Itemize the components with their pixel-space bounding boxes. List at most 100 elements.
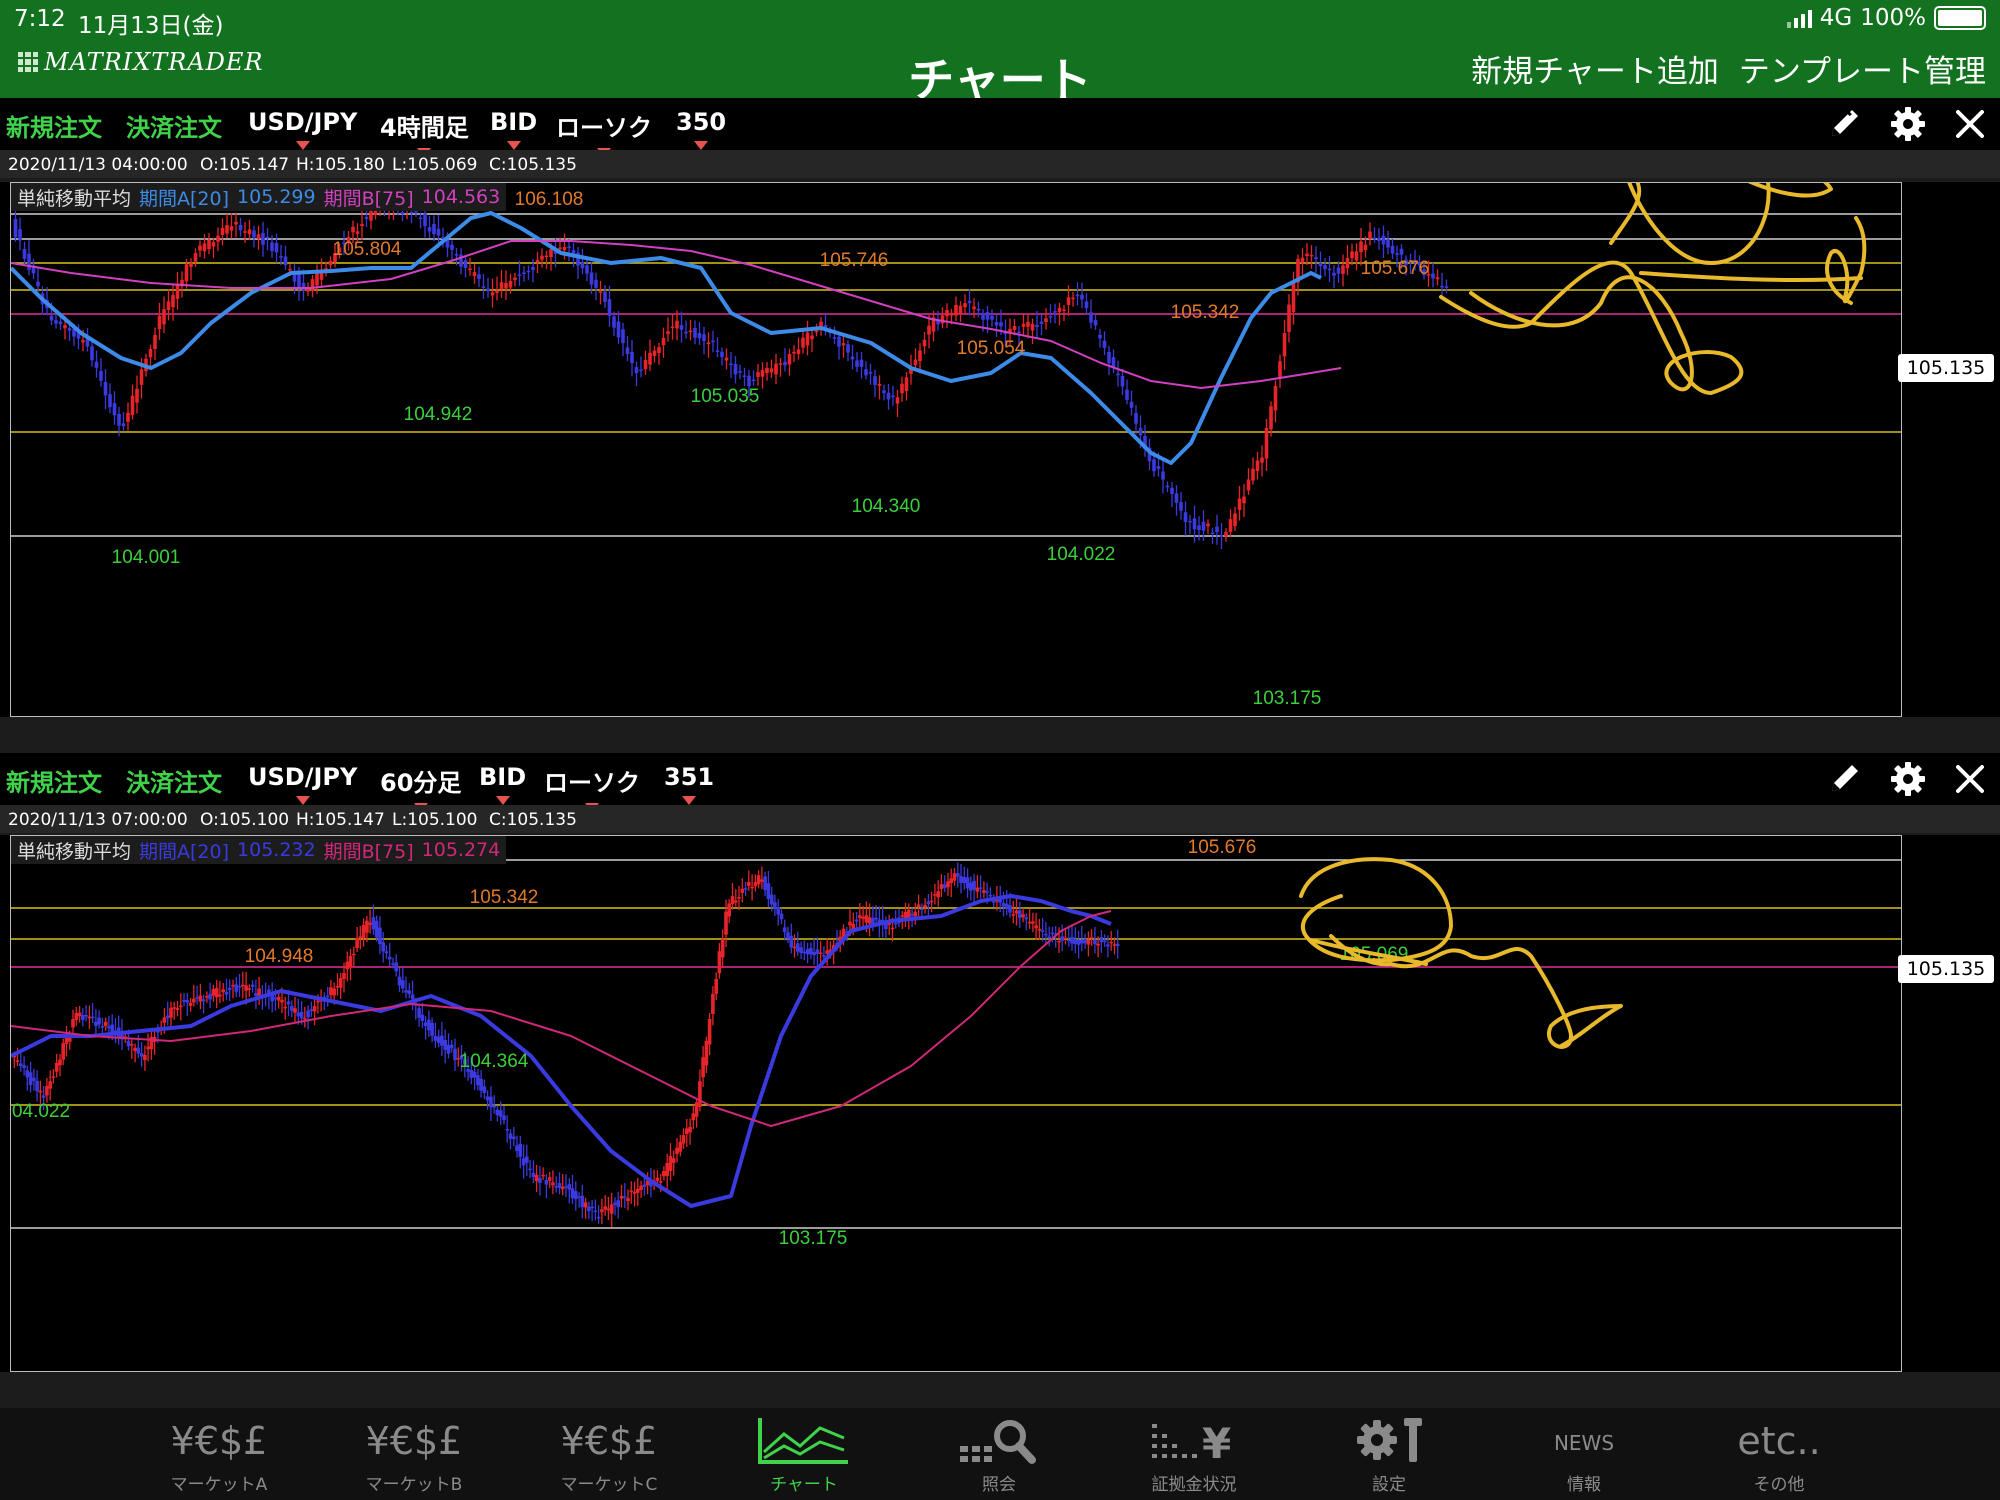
candle: [643, 360, 648, 370]
candle: [538, 1178, 542, 1184]
candle: [893, 923, 898, 925]
candle: [783, 361, 787, 366]
new-order-button[interactable]: 新規注文: [6, 763, 102, 798]
candle: [274, 243, 279, 253]
new-order-button[interactable]: 新規注文: [6, 108, 102, 143]
close-icon[interactable]: [1950, 104, 1990, 144]
candle: [481, 286, 486, 288]
candle: [769, 894, 774, 905]
candle: [508, 1133, 513, 1139]
timeframe-select[interactable]: 60分足: [380, 763, 462, 812]
candle: [999, 322, 1003, 327]
pencil-icon[interactable]: [1824, 104, 1864, 144]
candle: [90, 1016, 95, 1019]
chart-type-select[interactable]: ローソク: [544, 763, 640, 812]
tab-news[interactable]: NEWS 情報: [1519, 1416, 1649, 1500]
candle: [720, 351, 724, 358]
candle: [247, 229, 252, 235]
candle: [241, 984, 245, 987]
tab-label: 証拠金状況: [1151, 1475, 1237, 1495]
candle: [720, 939, 725, 958]
candle: [1188, 520, 1192, 523]
bar-count-select[interactable]: 351: [664, 763, 714, 805]
candle: [1106, 944, 1110, 947]
price-type-select[interactable]: BID: [490, 108, 537, 150]
candle: [1089, 312, 1093, 323]
network-label: 4G: [1819, 5, 1853, 31]
candle: [495, 1109, 500, 1116]
timeframe-value: 60分足: [380, 769, 462, 797]
pencil-icon[interactable]: [1824, 759, 1864, 799]
legend-ma-a-label: 期間A[20]: [139, 840, 230, 863]
pair-select[interactable]: USD/JPY: [248, 763, 357, 805]
candle: [485, 1096, 490, 1101]
gear-icon[interactable]: [1888, 104, 1928, 144]
gear-icon[interactable]: [1888, 759, 1928, 799]
close-order-button[interactable]: 決済注文: [126, 108, 222, 143]
candle: [198, 995, 203, 1002]
candle: [946, 881, 950, 888]
close-order-button[interactable]: 決済注文: [126, 763, 222, 798]
price-label: 104.022: [1047, 544, 1116, 565]
tab-settings[interactable]: 設定: [1324, 1416, 1454, 1500]
candle: [607, 299, 612, 316]
candle: [1309, 254, 1314, 257]
tab-label: 情報: [1567, 1475, 1601, 1495]
candle: [1138, 428, 1143, 436]
dropdown-arrow-icon: [694, 141, 709, 150]
tab-market-a[interactable]: ¥€$£ マーケットA: [154, 1416, 284, 1500]
price-label: 105.342: [470, 887, 539, 908]
candle: [436, 228, 441, 236]
pair-select[interactable]: USD/JPY: [248, 108, 357, 150]
candle: [796, 943, 800, 952]
tab-market-c[interactable]: ¥€$£ マーケットC: [544, 1416, 674, 1500]
candle: [603, 1206, 607, 1210]
template-manage-button[interactable]: テンプレート管理: [1739, 46, 1986, 91]
candle: [733, 364, 738, 375]
candle: [666, 331, 670, 335]
close-icon[interactable]: [1950, 759, 1990, 799]
candle: [94, 1021, 98, 1027]
candle: [148, 349, 153, 358]
candle: [679, 325, 684, 330]
candle: [658, 1181, 663, 1183]
candle: [753, 882, 758, 887]
add-chart-button[interactable]: 新規チャート追加: [1471, 46, 1719, 91]
candle: [332, 988, 336, 996]
tab-other[interactable]: etc.. その他: [1714, 1416, 1844, 1500]
candle: [580, 262, 585, 269]
chart1-area[interactable]: 106.108 105.804 105.746 105.676 105.342 105.0…: [10, 182, 1902, 717]
chart-type-select[interactable]: ローソク: [556, 108, 652, 157]
candle: [959, 876, 963, 884]
chart2-info-bar: 2020/11/13 07:00:00 O:105.100 H:105.147 …: [0, 805, 2000, 833]
candle: [600, 1209, 604, 1213]
chart-icon: [739, 1416, 869, 1466]
candle: [684, 331, 688, 334]
candle: [734, 900, 738, 903]
candle: [121, 423, 126, 427]
candle: [234, 221, 238, 225]
price-type-select[interactable]: BID: [479, 763, 526, 805]
candle: [207, 240, 211, 250]
tab-market-b[interactable]: ¥€$£ マーケットB: [349, 1416, 479, 1500]
tab-margin-status[interactable]: ¥ 証拠金状況: [1129, 1416, 1259, 1500]
tab-inquiry[interactable]: 照会: [934, 1416, 1064, 1500]
candle: [570, 1188, 575, 1199]
candle: [1116, 373, 1120, 376]
candle: [1399, 248, 1404, 255]
candle: [211, 242, 216, 247]
chart2-area[interactable]: 105.676 105.342 104.948 104.364 04.022 103.17…: [10, 835, 1902, 1372]
tab-chart[interactable]: チャート: [739, 1416, 869, 1500]
bar-count-select[interactable]: 350: [676, 108, 726, 150]
candle: [990, 315, 994, 320]
candle: [900, 383, 904, 394]
chart2-legend: 単純移動平均 期間A[20] 105.232 期間B[75] 105.274: [11, 836, 507, 864]
candle: [864, 915, 869, 923]
candle: [1260, 457, 1264, 463]
ma-a-line: [11, 894, 1112, 1208]
timeframe-select[interactable]: 4時間足: [380, 108, 469, 157]
candle: [818, 952, 823, 954]
candle: [1350, 251, 1354, 258]
candle: [508, 281, 513, 288]
candle: [763, 876, 767, 891]
